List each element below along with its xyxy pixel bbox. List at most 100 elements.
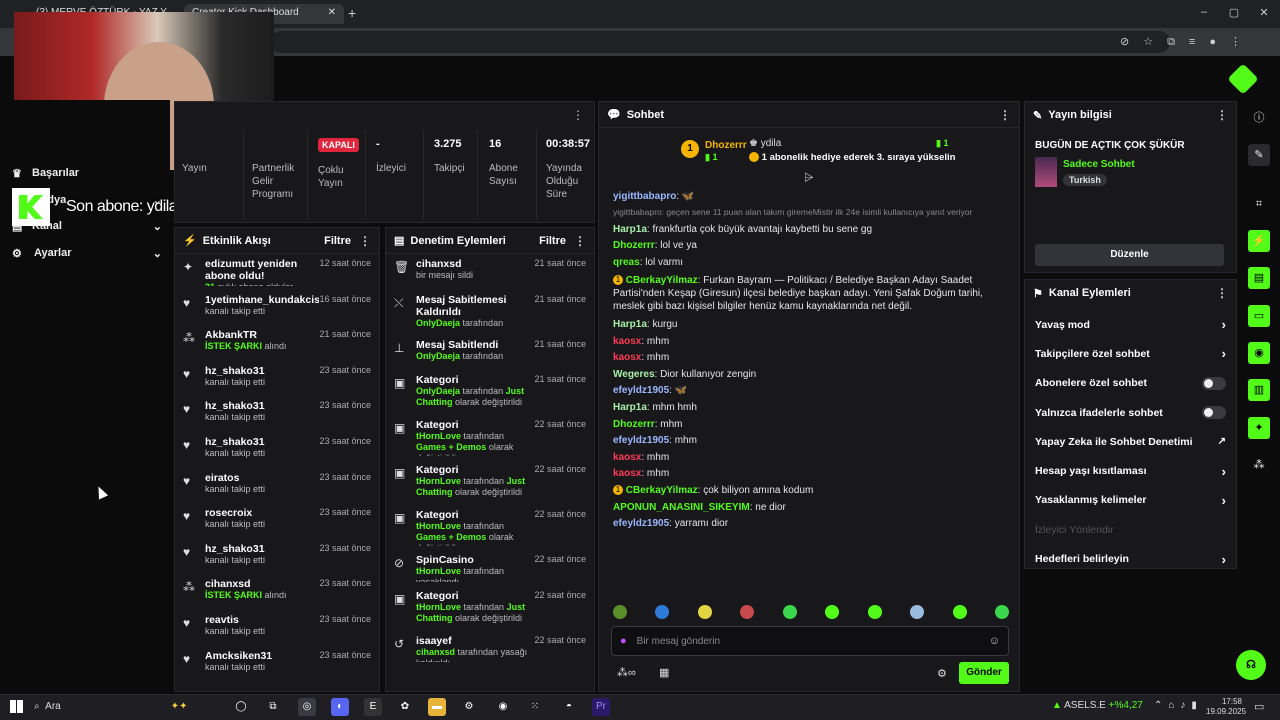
more-icon[interactable]: ⋮ (1208, 108, 1228, 122)
premiere-icon[interactable]: Pr (592, 698, 610, 716)
chat-username[interactable]: Dhozerrr (613, 419, 655, 430)
emote-icon[interactable] (952, 605, 967, 619)
chat-message[interactable]: efeyldz1905: 🦋 (599, 384, 1019, 397)
emote-icon[interactable] (910, 605, 925, 619)
category-link[interactable]: Sadece Sohbet (1063, 159, 1135, 170)
notification-icon[interactable]: ▭ (1254, 700, 1264, 713)
chat-username[interactable]: kaosx (613, 336, 641, 347)
event-row[interactable]: ♥ eiratos kanalı takip etti 23 saat önce (175, 468, 379, 504)
tag-pill[interactable]: Turkish (1063, 174, 1107, 186)
edit-button[interactable]: Düzenle (1035, 244, 1224, 266)
chevron-right-icon[interactable]: › (1222, 317, 1226, 332)
more-icon[interactable]: ⋮ (1208, 286, 1228, 300)
points-icon[interactable]: ⁂∞ (617, 666, 636, 679)
minimize-button[interactable]: – (1194, 6, 1214, 18)
channel-action-row[interactable]: Yalnızca ifadelerle sohbet (1025, 398, 1236, 427)
event-row[interactable]: ⁂ cihanxsd İSTEK ŞARKI alındı 23 saat önce (175, 574, 379, 610)
more-icon[interactable]: ⋮ (566, 234, 586, 248)
emote-icon[interactable] (782, 605, 797, 619)
close-tab-icon[interactable]: ✕ (328, 7, 336, 18)
channel-action-row[interactable]: Takipçilere özel sohbet › (1025, 339, 1236, 368)
filter-button[interactable]: Filtre (324, 235, 351, 247)
moderation-row[interactable]: 🗑 cihanxsd bir mesajı sildi 21 saat önce (386, 254, 594, 290)
document-icon[interactable]: ▤ (1248, 267, 1270, 289)
settings-icon[interactable]: ⚙ (937, 667, 947, 680)
event-row[interactable]: ✦ edizumutt yeniden abone oldu!21 aylık a… (175, 254, 379, 290)
moderation-row[interactable]: ▣ Kategori tHornLove tarafından Just Chatt… (386, 586, 594, 631)
chat-username[interactable]: efeyldz1905 (613, 385, 669, 396)
discord-icon[interactable]: ◐ (331, 698, 349, 716)
chat-message[interactable]: Harp1a: frankfurtla çok büyük avantajı k… (599, 223, 1019, 236)
chat-message[interactable]: APONUN_ANASINI_SIKEYIM: ne dior (599, 501, 1019, 514)
chat-message[interactable]: efeyldz1905: mhm (599, 434, 1019, 447)
support-icon[interactable]: ☊ (1236, 650, 1266, 680)
channel-action-row[interactable]: Abonelere özel sohbet (1025, 369, 1236, 398)
task-view-icon[interactable]: ◯ (232, 698, 250, 716)
external-link-icon[interactable]: ↗ (1218, 436, 1226, 447)
emoji-icon[interactable]: ☺ (989, 635, 1000, 647)
chat-message[interactable]: Harp1a: mhm hmh (599, 401, 1019, 414)
clock[interactable]: 17:58 19.09.2025 (1206, 697, 1246, 717)
chat-username[interactable]: Harp1a (613, 224, 647, 235)
chat-icon[interactable]: ▭ (1248, 305, 1270, 327)
chat-message[interactable]: kaosx: mhm (599, 451, 1019, 464)
channel-action-row[interactable]: Yasaklanmış kelimeler › (1025, 486, 1236, 515)
gift-icon[interactable]: ▦ (659, 666, 669, 679)
emote-icon[interactable] (655, 605, 670, 619)
chat-username[interactable]: kaosx (613, 352, 641, 363)
channel-action-row[interactable]: Hesap yaşı kısıtlaması › (1025, 456, 1236, 485)
emote-icon[interactable] (613, 605, 627, 619)
browser-toolbar-icons[interactable]: ⊘☆⧉≡●⋮ (1120, 35, 1255, 49)
chat-username[interactable]: yigittbabapro (613, 191, 676, 202)
emote-icon[interactable] (994, 605, 1009, 619)
apps-icon[interactable]: ⁂ (1248, 454, 1270, 476)
layout-icon[interactable]: ▥ (1248, 379, 1270, 401)
close-window-button[interactable]: ✕ (1254, 6, 1274, 19)
chat-username[interactable]: APONUN_ANASINI_SIKEYIM (613, 502, 750, 513)
chat-input-placeholder[interactable]: Bir mesaj gönderin (637, 636, 989, 647)
emote-icon[interactable] (740, 605, 755, 619)
more-icon[interactable]: ⋮ (351, 234, 371, 248)
filter-button[interactable]: Filtre (539, 235, 566, 247)
app-icon[interactable]: ◓ (560, 698, 578, 716)
maximize-button[interactable]: ▢ (1224, 6, 1244, 19)
chat-username[interactable]: qreas (613, 257, 640, 268)
event-row[interactable]: ♥ hz_shako31 kanalı takip etti 23 saat önc… (175, 432, 379, 468)
grid-icon[interactable]: ⁙ (526, 698, 544, 716)
chat-username[interactable]: efeyldz1905 (613, 518, 669, 529)
info-icon[interactable]: ⓘ (1248, 107, 1270, 129)
channel-action-row[interactable]: Yavaş mod › (1025, 310, 1236, 339)
epic-icon[interactable]: E (364, 698, 382, 716)
new-tab-button[interactable]: + (348, 5, 356, 21)
chat-username[interactable]: CBerkayYilmaz (626, 275, 698, 286)
moderation-row[interactable]: ↺ isaayefcihanxsd tarafından yasağı kaldı… (386, 631, 594, 667)
chat-username[interactable]: Dhozerrr (613, 240, 655, 251)
event-row[interactable]: ♥ hz_shako31 kanalı takip etti 23 saat önc… (175, 361, 379, 397)
wrench-icon[interactable]: ✦ (1248, 417, 1270, 439)
chevron-right-icon[interactable]: › (1222, 464, 1226, 479)
moderation-row[interactable]: ⤬ Mesaj Sabitlemesi Kaldırıldı OnlyDaeja t… (386, 290, 594, 335)
chat-message[interactable]: qreas: lol varmı (599, 256, 1019, 269)
stock-widget[interactable]: ▲ ASELS.E +%4,27 (1052, 700, 1143, 711)
more-icon[interactable]: ⋮ (564, 108, 584, 122)
sidebar-item-basarilar[interactable]: ♛ Başarılar (12, 166, 162, 180)
chat-message[interactable]: efeyldz1905: yarramı dior (599, 517, 1019, 530)
chat-message[interactable]: yigittbabapro: 🦋 (599, 190, 1019, 203)
moderation-row[interactable]: ⊘ SpinCasinotHornLove tarafından yasaklan… (386, 550, 594, 586)
event-row[interactable]: ♥ reavtis kanalı takip etti 23 saat önce (175, 610, 379, 646)
emote-icon[interactable] (867, 605, 882, 619)
chat-username[interactable]: Wegeres (613, 369, 655, 380)
moderation-row[interactable]: ▣ Kategori tHornLove tarafından Games + De… (386, 505, 594, 550)
chat-message[interactable]: kaosx: mhm (599, 335, 1019, 348)
steam-icon[interactable]: ⚙ (460, 698, 478, 716)
event-row[interactable]: ⁂ AkbankTR İSTEK ŞARKI alındı 21 saat önce (175, 325, 379, 361)
chrome-icon[interactable]: ◎ (298, 698, 316, 716)
chevron-right-icon[interactable]: › (1222, 346, 1226, 361)
mic-icon[interactable]: ● (620, 635, 627, 647)
channel-action-row[interactable]: Hedefleri belirleyin › (1025, 544, 1236, 573)
emote-icon[interactable] (825, 605, 840, 619)
event-row[interactable]: ♥ hz_shako31 kanalı takip etti 23 saat önc… (175, 396, 379, 432)
chevron-right-icon[interactable]: › (1222, 493, 1226, 508)
moderation-row[interactable]: ▣ Kategori tHornLove tarafından Games + De… (386, 415, 594, 460)
chat-message[interactable]: Wegeres: Dior kullanıyor zengin (599, 368, 1019, 381)
